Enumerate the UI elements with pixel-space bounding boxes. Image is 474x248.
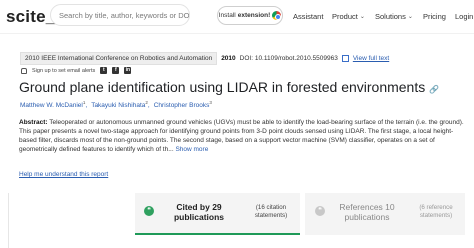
author-link[interactable]: Christopher Brooks3 [154, 100, 212, 109]
top-header: scite_ Install extension! Assistant Prod… [0, 0, 474, 33]
abstract-label: Abstract: [19, 119, 48, 126]
cited-by-tab[interactable]: ❝ Cited by 29 publications (16 citation … [135, 193, 300, 235]
chevron-down-icon: ⌄ [359, 14, 365, 20]
author-affil: 3 [209, 100, 212, 105]
nav-pricing-label: Pricing [423, 12, 446, 21]
nav-product-label: Product [332, 12, 358, 21]
page-title: Ground plane identification using LIDAR … [19, 79, 439, 95]
scite-logo[interactable]: scite_ [6, 7, 55, 27]
twitter-icon[interactable]: t [100, 67, 108, 74]
view-full-text-link[interactable]: View full text [353, 55, 389, 62]
install-label-bold: extension! [237, 12, 271, 19]
install-extension-button[interactable]: Install extension! [217, 6, 283, 25]
external-link-icon [341, 55, 349, 62]
nav-login-label: Login [455, 12, 474, 21]
citation-statements-count: (16 citation statements) [254, 204, 288, 219]
author-list: Matthew W. McDaniel1, Takayuki Nishihata… [20, 100, 212, 109]
nav-solutions[interactable]: Solutions ⌄ [375, 12, 413, 21]
abstract: Abstract: Teleoperated or autonomous unm… [19, 118, 465, 154]
author-affil: 2 [145, 100, 148, 105]
search-input[interactable] [59, 10, 189, 20]
install-label: Install [218, 12, 236, 19]
references-label: References 10 publications [339, 202, 395, 222]
search-box[interactable] [50, 4, 190, 26]
quote-bubble-icon: ❝ [315, 206, 325, 216]
facebook-icon[interactable]: f [112, 67, 120, 74]
author-name: Matthew W. McDaniel [20, 102, 83, 110]
doi-text[interactable]: DOI: 10.1109/robot.2010.5509963 [240, 55, 338, 62]
bell-icon[interactable] [21, 67, 27, 74]
abstract-text: Teleoperated or autonomous unmanned grou… [19, 119, 464, 153]
show-more-link[interactable]: Show more [175, 146, 208, 153]
references-tab[interactable]: ❝ References 10 publications (6 referenc… [305, 193, 465, 235]
paper-meta: 2010 IEEE International Conference on Ro… [20, 52, 389, 65]
quote-bubble-icon: ❝ [144, 206, 154, 216]
author-name: Takayuki Nishihata [91, 102, 146, 110]
paper-title: Ground plane identification using LIDAR … [19, 79, 426, 95]
nav-pricing[interactable]: Pricing [423, 12, 446, 21]
email-alert-link[interactable]: Sign up to set email alerts [32, 68, 95, 74]
conference-badge[interactable]: 2010 IEEE International Conference on Ro… [20, 52, 218, 65]
author-affil: 1 [82, 100, 86, 105]
nav-assistant[interactable]: Assistant [293, 12, 323, 21]
reference-statements-count: (6 reference statements) [419, 204, 453, 219]
nav-assistant-label: Assistant [293, 12, 324, 21]
nav-product[interactable]: Product ⌄ [332, 12, 365, 21]
chevron-down-icon: ⌄ [407, 14, 413, 20]
help-understand-link[interactable]: Help me understand this report [19, 171, 108, 178]
chrome-icon [272, 11, 282, 20]
share-row: Sign up to set email alerts t f in [21, 67, 132, 74]
author-link[interactable]: Matthew W. McDaniel1, [20, 100, 87, 109]
left-border [8, 193, 9, 248]
publication-year: 2010 [221, 55, 236, 62]
header-divider [0, 33, 474, 34]
cited-by-label: Cited by 29 publications [173, 202, 225, 222]
linkedin-icon[interactable]: in [124, 67, 132, 74]
author-name: Christopher Brooks [153, 102, 210, 110]
link-icon[interactable]: 🔗 [429, 85, 439, 94]
nav-solutions-label: Solutions [375, 12, 406, 21]
nav-login[interactable]: Login [455, 12, 473, 21]
author-link[interactable]: Takayuki Nishihata2, [91, 100, 150, 109]
